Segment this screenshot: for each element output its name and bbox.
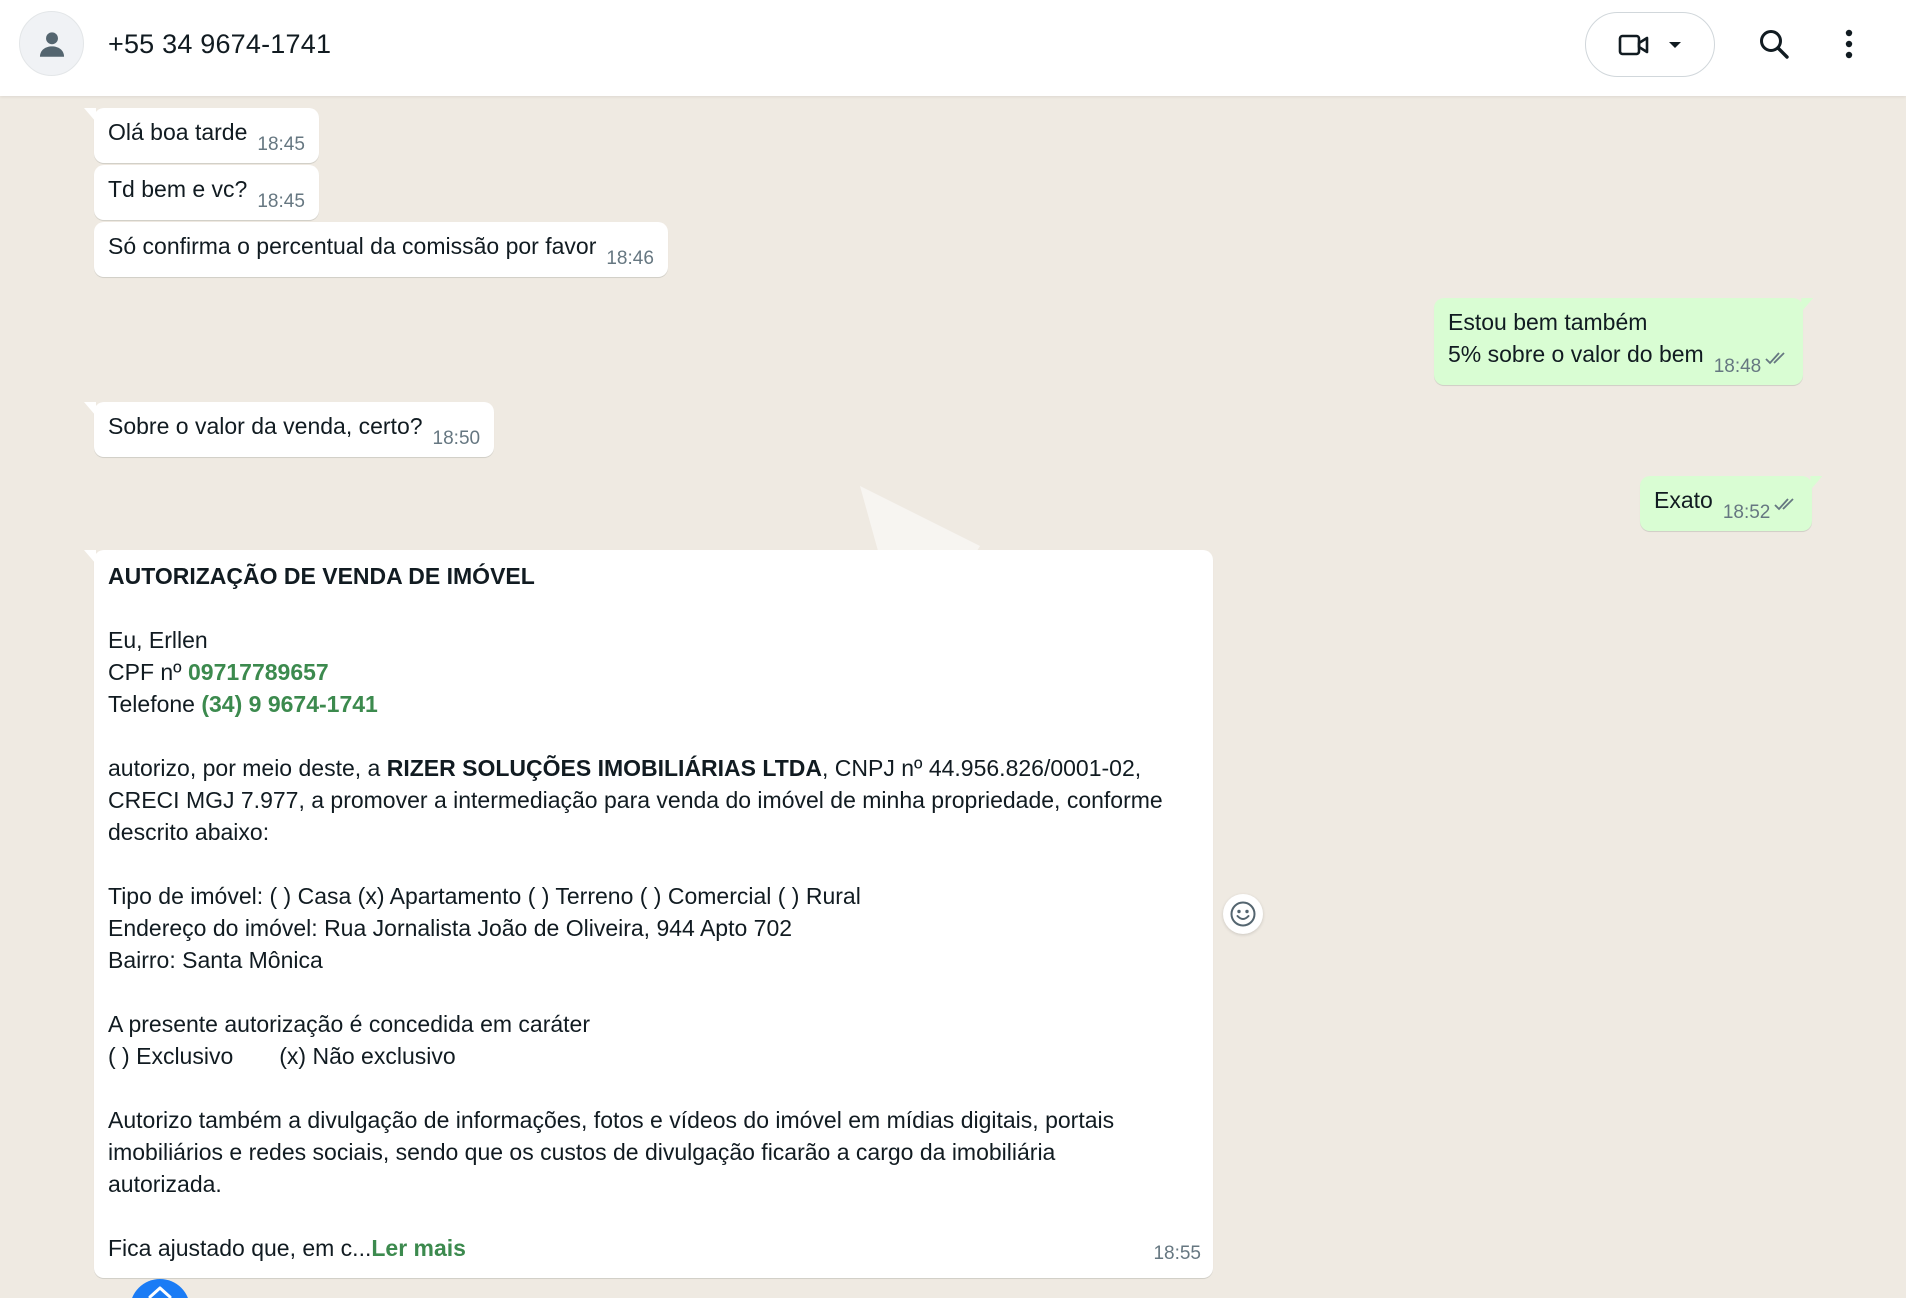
avatar-icon: [39, 31, 64, 57]
read-ticks-icon: [1774, 488, 1798, 520]
bubble-tail: [84, 108, 96, 122]
message-text-line: Estou bem também: [1448, 309, 1648, 335]
company-name: RIZER SOLUÇÕES IMOBILIÁRIAS LTDA: [386, 755, 823, 781]
more-options-icon: [1845, 29, 1853, 59]
message-bubble-outgoing[interactable]: Estou bem também 5% sobre o valor do bem…: [1434, 298, 1814, 385]
phone-link[interactable]: (34) 9 9674-1741: [201, 691, 377, 717]
react-emoji-button[interactable]: [1223, 894, 1263, 934]
bubble-tail: [84, 402, 96, 416]
property-neighborhood: Bairro: Santa Mônica: [108, 947, 323, 973]
message-text: Só confirma o percentual da comissão por…: [108, 233, 597, 259]
message-time: 18:55: [1153, 1243, 1201, 1264]
truncated-text: Fica ajustado que, em c...: [108, 1235, 372, 1261]
message-bubble-incoming[interactable]: Só confirma o percentual da comissão por…: [94, 222, 668, 277]
message-bubble-outgoing[interactable]: Exato 18:52: [1640, 476, 1823, 531]
read-more-link[interactable]: Ler mais: [371, 1235, 466, 1261]
cpf-label: CPF nº: [108, 659, 188, 685]
property-type: Tipo de imóvel: ( ) Casa (x) Apartamento…: [108, 883, 861, 909]
bubble-tail: [84, 550, 96, 564]
para1-line3: descrito abaixo:: [108, 819, 270, 845]
para1-line2: CRECI MGJ 7.977, a promover a intermedia…: [108, 787, 1163, 813]
cpf-link[interactable]: 09717789657: [188, 659, 329, 685]
message-bubble-document[interactable]: AUTORIZAÇÃO DE VENDA DE IMÓVEL Eu, Erlle…: [84, 550, 1213, 1278]
message-text-line: 5% sobre o valor do bem: [1448, 341, 1704, 367]
message-time: 18:52: [1722, 502, 1771, 523]
more-options-button[interactable]: [1829, 24, 1869, 64]
read-ticks-icon: [1765, 342, 1789, 374]
name-line: Eu, Erllen: [108, 627, 208, 653]
para2-line2: imobiliários e redes sociais, sendo que …: [108, 1139, 1056, 1165]
message-time: 18:45: [257, 191, 305, 212]
message-text: Olá boa tarde: [108, 119, 248, 145]
para1-rest: , CNPJ nº 44.956.826/0001-02,: [822, 755, 1142, 781]
non-exclusive-option: (x) Não exclusivo: [279, 1043, 456, 1069]
scroll-button[interactable]: [130, 1279, 190, 1298]
character-line: A presente autorização é concedida em ca…: [108, 1011, 591, 1037]
chat-area[interactable]: Olá boa tarde 18:45 Td bem e vc? 18:45 Só …: [0, 96, 1906, 1298]
search-button[interactable]: [1754, 24, 1794, 64]
bubble-tail: [1801, 298, 1814, 312]
smiley-icon: [1230, 901, 1256, 927]
chevron-down-icon: [1669, 41, 1681, 48]
contact-name[interactable]: +55 34 9674-1741: [108, 29, 331, 60]
para2-line3: autorizada.: [108, 1171, 222, 1197]
phone-label: Telefone: [108, 691, 202, 717]
message-bubble-incoming[interactable]: Sobre o valor da venda, certo? 18:50: [84, 402, 495, 457]
document-title: AUTORIZAÇÃO DE VENDA DE IMÓVEL: [108, 563, 535, 589]
bubble-tail: [1810, 476, 1823, 490]
message-time: 18:45: [257, 134, 305, 155]
message-bubble-incoming[interactable]: Td bem e vc? 18:45: [94, 165, 319, 220]
chat-header: +55 34 9674-1741: [0, 0, 1906, 96]
para2-line1: Autorizo também a divulgação de informaç…: [108, 1107, 1115, 1133]
message-time: 18:50: [432, 428, 481, 449]
search-icon: [1760, 30, 1789, 59]
para1-start: autorizo, por meio deste, a: [108, 755, 387, 781]
message-time: 18:46: [606, 248, 654, 269]
message-text: Sobre o valor da venda, certo?: [108, 413, 423, 439]
chevron-up-icon: [148, 1286, 172, 1298]
exclusive-option: ( ) Exclusivo: [108, 1043, 234, 1069]
message-text: Exato: [1654, 487, 1713, 513]
video-call-button[interactable]: [1585, 12, 1715, 77]
message-time: 18:48: [1713, 356, 1762, 377]
contact-avatar[interactable]: [19, 11, 84, 76]
message-text: Td bem e vc?: [108, 176, 248, 202]
property-address: Endereço do imóvel: Rua Jornalista João …: [108, 915, 793, 941]
video-call-icon: [1618, 34, 1649, 55]
message-bubble-incoming[interactable]: Olá boa tarde 18:45: [84, 108, 319, 163]
